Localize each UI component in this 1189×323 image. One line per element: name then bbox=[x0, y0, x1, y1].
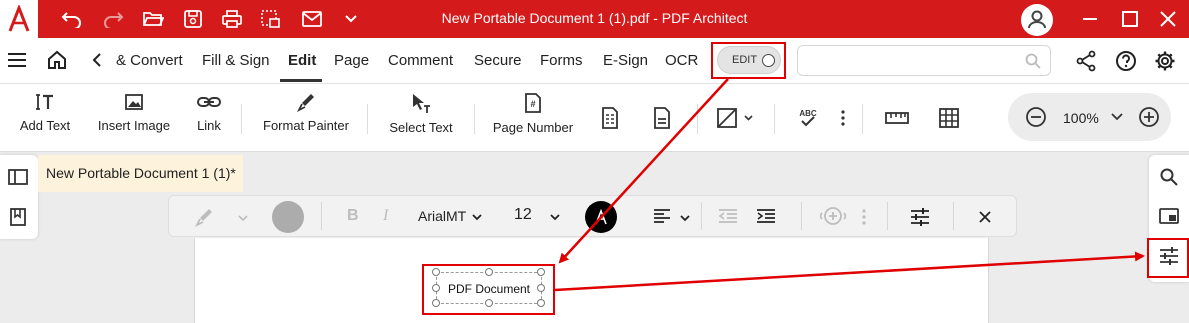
annotation-arrows bbox=[554, 78, 1145, 292]
arrow-edit-to-textbox bbox=[558, 78, 729, 264]
arrow-textbox-to-properties bbox=[554, 251, 1145, 292]
